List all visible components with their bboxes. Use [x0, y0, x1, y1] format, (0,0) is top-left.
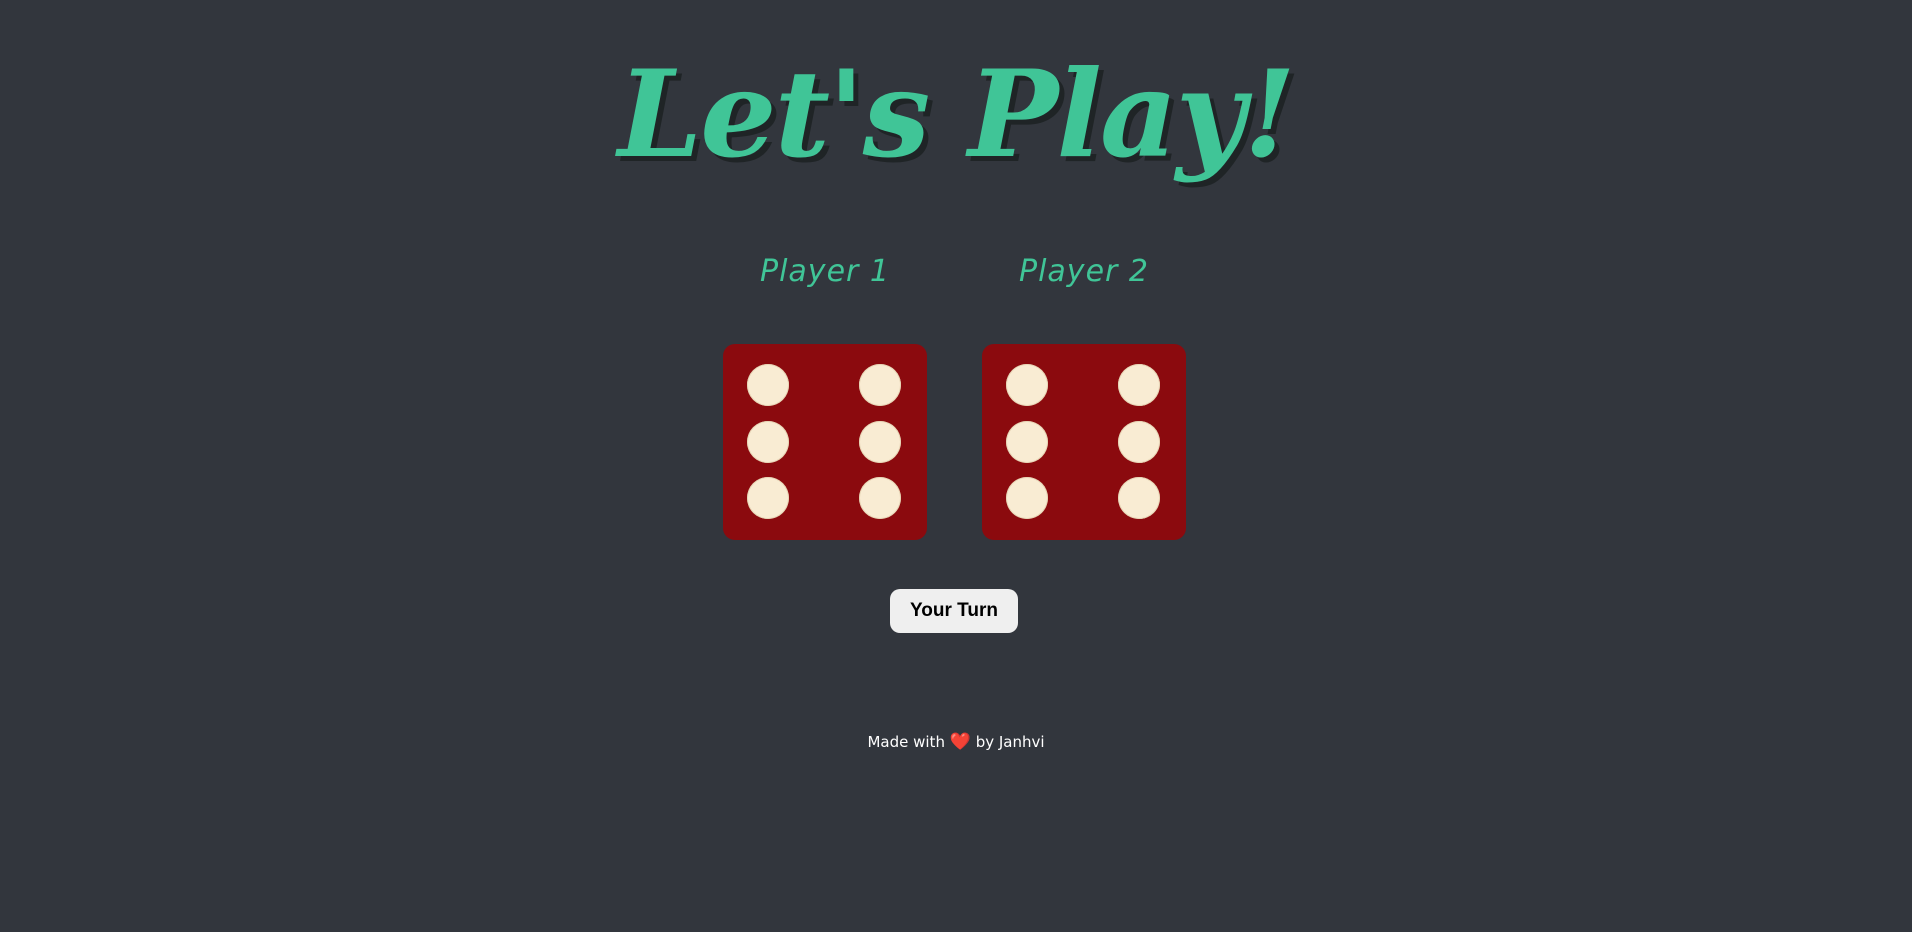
footer-suffix: by Janhvi [975, 733, 1045, 751]
heart-icon: ❤️ [949, 732, 971, 752]
die-pip [1006, 477, 1048, 519]
die-pip [859, 477, 901, 519]
game-page: Let's Play! Player 1 Player 2 Your Turn … [0, 0, 1912, 932]
player-2-panel: Player 2 [934, 242, 1234, 540]
die-pip [747, 421, 789, 463]
die-pip [1118, 364, 1160, 406]
player-1-label: Player 1 [760, 254, 890, 289]
die-pip [747, 477, 789, 519]
die-pip [1006, 364, 1048, 406]
footer-credit: Made with ❤️ by Janhvi [0, 730, 1912, 754]
die-pip [1118, 477, 1160, 519]
player-1-panel: Player 1 [675, 242, 975, 540]
die-pip [859, 364, 901, 406]
your-turn-button[interactable]: Your Turn [890, 589, 1018, 633]
footer-prefix: Made with [867, 733, 945, 751]
player-2-die [982, 344, 1186, 540]
page-title: Let's Play! [617, 44, 1296, 185]
die-pip [747, 364, 789, 406]
player-1-die [723, 344, 927, 540]
die-pip [1118, 421, 1160, 463]
die-pip [1006, 421, 1048, 463]
die-pip [859, 421, 901, 463]
player-2-label: Player 2 [1019, 254, 1149, 289]
